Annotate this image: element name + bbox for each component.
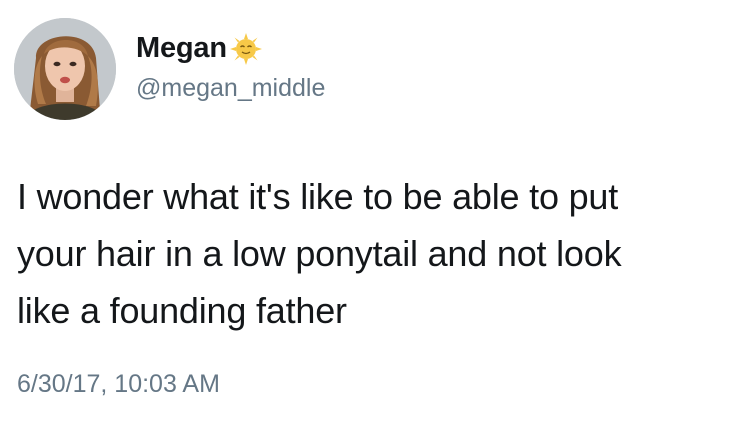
tweet-text-line: I wonder what it's like to be able to pu… <box>17 176 619 217</box>
avatar-photo <box>14 18 116 120</box>
timestamp[interactable]: 6/30/17, 10:03 AM <box>17 370 220 399</box>
tweet-card: Megan @megan_middle I wonder what it's l… <box>0 0 740 422</box>
tweet-text: I wonder what it's like to be able to pu… <box>17 168 732 339</box>
tweet-text-line: your hair in a low ponytail and not look <box>17 233 622 274</box>
author-info: Megan @megan_middle <box>136 30 325 103</box>
avatar[interactable] <box>14 18 116 120</box>
display-name[interactable]: Megan <box>136 32 227 65</box>
tweet-text-line: like a founding father <box>17 290 347 331</box>
sun-face-icon <box>229 32 263 66</box>
name-row: Megan <box>136 30 325 66</box>
user-handle[interactable]: @megan_middle <box>136 74 325 103</box>
